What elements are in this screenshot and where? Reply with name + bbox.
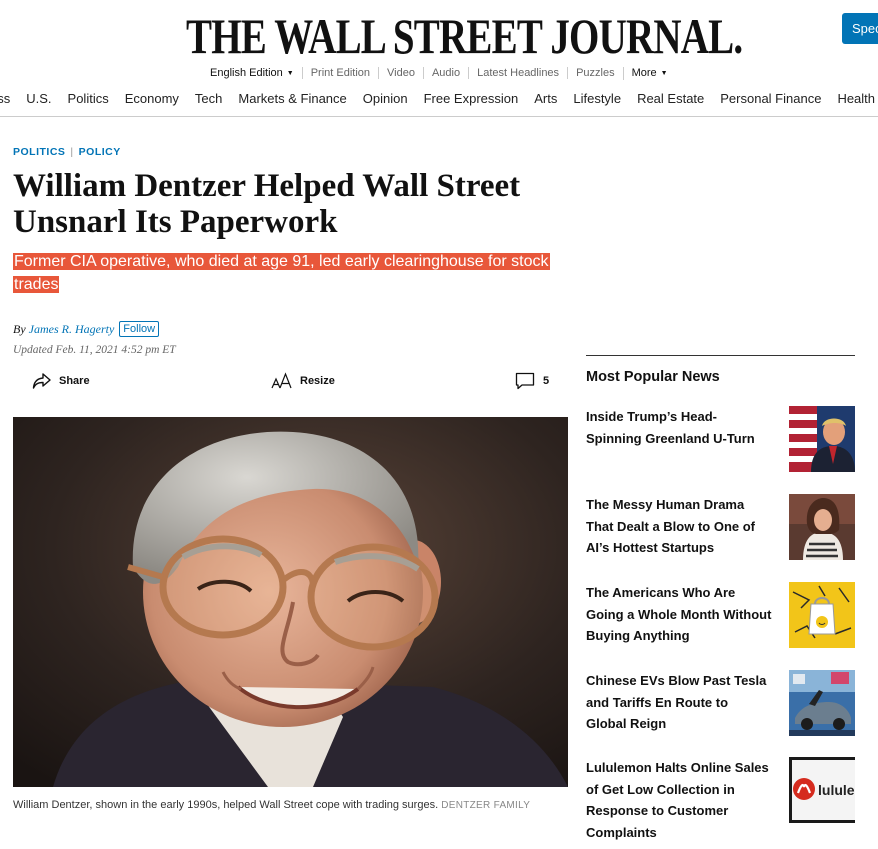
article-tools: Share Resize 5	[0, 368, 570, 394]
popular-item-thumbnail[interactable]	[789, 670, 855, 736]
author-link[interactable]: James R. Hagerty	[29, 322, 115, 337]
nav-item-lifestyle[interactable]: Lifestyle	[573, 88, 621, 110]
edition-link-audio[interactable]: Audio	[422, 67, 468, 79]
comments-button[interactable]: 5	[515, 368, 549, 394]
nav-item-markets-finance[interactable]: Markets & Finance	[238, 88, 346, 110]
popular-item-title[interactable]: The Americans Who Are Going a Whole Mont…	[586, 582, 772, 647]
caption-text: William Dentzer, shown in the early 1990…	[13, 799, 439, 811]
kicker-policy[interactable]: POLICY	[79, 146, 121, 158]
dek-highlight: Former CIA operative, who died at age 91…	[13, 253, 550, 293]
popular-item-title[interactable]: Chinese EVs Blow Past Tesla and Tariffs …	[586, 670, 772, 735]
popular-item-thumbnail[interactable]	[789, 582, 855, 648]
popular-item-title[interactable]: The Messy Human Drama That Dealt a Blow …	[586, 494, 772, 559]
comment-icon	[515, 372, 535, 390]
subscribe-button[interactable]: Spec	[842, 13, 878, 44]
masthead: THE WALL STREET JOURNAL. Spec English Ed…	[0, 0, 878, 118]
popular-item-title[interactable]: Inside Trump’s Head-Spinning Greenland U…	[586, 406, 772, 449]
byline: By James R. Hagerty Follow	[13, 321, 160, 337]
popular-item-thumbnail[interactable]	[789, 406, 855, 472]
edition-bar: English Edition ▼ Print Edition Video Aud…	[210, 65, 676, 81]
lululemon-logo-text: lululem	[818, 782, 855, 798]
article-headline: William Dentzer Helped Wall Street Unsna…	[13, 168, 521, 240]
nav-item-health[interactable]: Health	[837, 88, 875, 110]
article-dek: Former CIA operative, who died at age 91…	[13, 250, 553, 296]
nav-item-personal-finance[interactable]: Personal Finance	[720, 88, 821, 110]
follow-button[interactable]: Follow	[119, 321, 160, 337]
nav-item-politics[interactable]: Politics	[68, 88, 109, 110]
nav-divider	[0, 116, 878, 117]
article-timestamp: Updated Feb. 11, 2021 4:52 pm ET	[13, 344, 176, 356]
photo-caption: William Dentzer, shown in the early 1990…	[13, 796, 568, 815]
wsj-logo[interactable]: THE WALL STREET JOURNAL.	[186, 8, 743, 64]
edition-link-video[interactable]: Video	[378, 67, 423, 79]
byline-prefix: By	[13, 321, 26, 336]
nav-item-free-expression[interactable]: Free Expression	[424, 88, 519, 110]
resize-button[interactable]: Resize	[271, 368, 335, 394]
caret-down-icon: ▼	[286, 69, 294, 77]
nav-item-tech[interactable]: Tech	[195, 88, 222, 110]
share-icon	[32, 372, 52, 390]
share-button[interactable]: Share	[32, 368, 90, 394]
article-photo	[13, 417, 568, 787]
nav-item-us[interactable]: U.S.	[26, 88, 51, 110]
kicker-politics[interactable]: POLITICS	[13, 146, 65, 158]
photo-credit: DENTZER FAMILY	[441, 800, 531, 811]
comments-count: 5	[543, 375, 550, 387]
nav-item-economy[interactable]: Economy	[125, 88, 179, 110]
article-kicker: POLITICS | POLICY	[13, 146, 121, 158]
sidebar-title: Most Popular News	[586, 369, 720, 385]
resize-icon	[271, 372, 293, 390]
edition-link-english[interactable]: English Edition ▼	[210, 67, 302, 80]
nav-item-real-estate[interactable]: Real Estate	[637, 88, 704, 110]
caret-down-icon: ▼	[660, 69, 668, 77]
resize-label: Resize	[300, 375, 335, 387]
nav-item-opinion[interactable]: Opinion	[363, 88, 408, 110]
share-label: Share	[59, 375, 90, 387]
edition-link-latest-headlines[interactable]: Latest Headlines	[468, 67, 567, 79]
nav-item-business[interactable]: ess	[0, 88, 10, 110]
popular-item-thumbnail[interactable]: lululem	[789, 757, 855, 823]
popular-item-thumbnail[interactable]	[789, 494, 855, 560]
edition-link-more[interactable]: More ▼	[622, 66, 676, 80]
section-nav: ess U.S. Politics Economy Tech Markets &…	[0, 88, 878, 110]
sidebar-divider	[586, 355, 855, 356]
edition-link-puzzles[interactable]: Puzzles	[567, 67, 623, 79]
kicker-separator: |	[70, 146, 74, 158]
popular-item-title[interactable]: Lululemon Halts Online Sales of Get Low …	[586, 757, 772, 843]
nav-item-arts[interactable]: Arts	[534, 88, 557, 110]
edition-link-print[interactable]: Print Edition	[301, 67, 378, 79]
